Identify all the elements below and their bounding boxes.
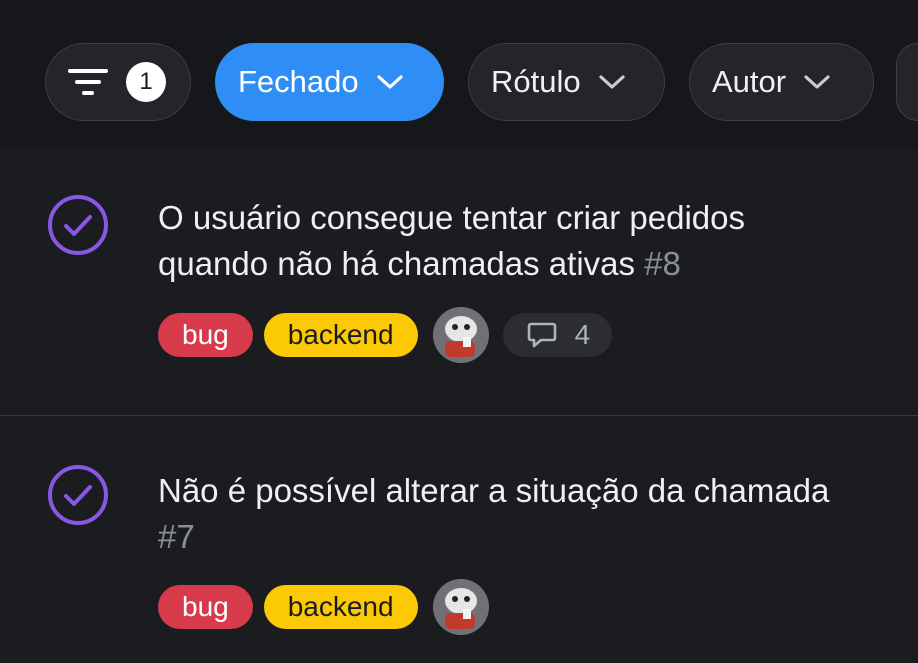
active-filter-count-badge: 1 <box>126 62 166 102</box>
comment-count-value: 4 <box>574 319 591 350</box>
closed-issue-icon <box>47 194 109 261</box>
issue-title-line: Não é possível alterar a situação da cha… <box>158 472 830 509</box>
label-filter-label: Rótulo <box>491 64 581 99</box>
state-filter-dropdown[interactable]: Fechado <box>215 43 444 121</box>
comment-icon <box>527 321 557 349</box>
avatar <box>432 307 489 363</box>
issue-labels: bug backend 4 <box>158 305 613 365</box>
filter-icon <box>68 66 108 98</box>
chevron-down-icon <box>377 74 403 90</box>
issue-item[interactable]: O usuário consegue tentar criar pedidos … <box>0 148 918 415</box>
issue-item[interactable]: Não é possível alterar a situação da cha… <box>0 416 918 663</box>
label-bug[interactable]: bug <box>158 313 253 357</box>
chevron-down-icon <box>804 74 830 90</box>
issue-number: #8 <box>644 245 681 282</box>
more-filter-dropdown[interactable] <box>896 43 918 121</box>
author-filter-label: Autor <box>712 64 787 99</box>
author-filter-dropdown[interactable]: Autor <box>689 43 874 121</box>
filter-button[interactable]: 1 <box>45 43 191 121</box>
chevron-down-icon <box>599 74 625 90</box>
label-backend[interactable]: backend <box>263 313 418 357</box>
issue-labels: bug backend <box>158 577 489 637</box>
issue-title-line: quando não há chamadas ativas <box>158 245 636 282</box>
issue-title[interactable]: O usuário consegue tentar criar pedidos … <box>158 195 918 287</box>
label-backend[interactable]: backend <box>263 585 418 629</box>
state-filter-label: Fechado <box>238 64 359 99</box>
closed-issue-icon <box>47 464 109 531</box>
label-filter-dropdown[interactable]: Rótulo <box>468 43 665 121</box>
issue-number: #7 <box>158 518 195 555</box>
issue-title[interactable]: Não é possível alterar a situação da cha… <box>158 468 918 560</box>
avatar <box>432 579 489 635</box>
comment-count[interactable]: 4 <box>502 313 613 357</box>
filter-bar: 1 Fechado Rótulo Autor <box>0 0 918 148</box>
issue-title-line: O usuário consegue tentar criar pedidos <box>158 199 746 236</box>
label-bug[interactable]: bug <box>158 585 253 629</box>
